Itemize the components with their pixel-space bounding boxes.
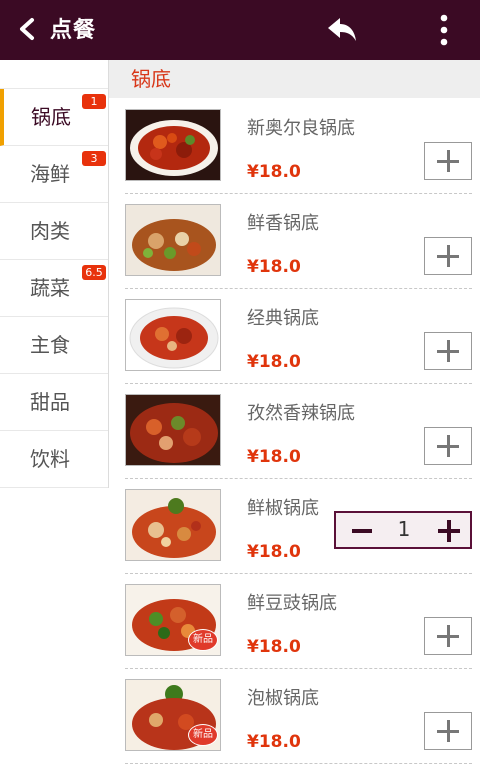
- section-title: 锅底: [109, 60, 480, 98]
- dish-price: ¥18.0: [247, 257, 301, 277]
- chevron-left-icon[interactable]: [14, 12, 38, 46]
- sidebar-item-label: 饮料: [30, 447, 70, 471]
- list-item: 孜然香辣锅底 ¥18.0: [125, 385, 472, 479]
- sidebar-top-spacer: [0, 60, 108, 89]
- quantity-stepper[interactable]: 1: [334, 511, 472, 549]
- sidebar-item-label: 主食: [30, 333, 70, 357]
- sidebar-item-guodi[interactable]: 锅底 1: [0, 89, 108, 146]
- quantity-value: 1: [397, 517, 411, 541]
- minus-button[interactable]: [352, 529, 372, 533]
- dish-name: 鲜豆豉锅底: [247, 593, 337, 614]
- sidebar-item-label: 海鲜: [30, 162, 70, 186]
- reply-arrow-icon[interactable]: [325, 12, 359, 46]
- dish-name: 经典锅底: [247, 308, 319, 329]
- app-header: 点餐: [0, 0, 480, 60]
- sidebar-item-shucai[interactable]: 蔬菜 6.5: [0, 260, 108, 317]
- sidebar-item-tianpin[interactable]: 甜品: [0, 374, 108, 431]
- count-badge: 1: [82, 94, 106, 109]
- dish-name: 孜然香辣锅底: [247, 403, 355, 424]
- add-button[interactable]: [424, 617, 472, 655]
- more-vertical-icon[interactable]: [432, 12, 456, 48]
- list-item: 新品 鲜豆豉锅底 ¥18.0: [125, 575, 472, 669]
- dish-name: 新奥尔良锅底: [247, 118, 355, 139]
- dish-image[interactable]: [125, 489, 221, 561]
- add-button[interactable]: [424, 427, 472, 465]
- dish-image[interactable]: [125, 299, 221, 371]
- dish-price: ¥18.0: [247, 542, 301, 562]
- dish-price: ¥18.0: [247, 732, 301, 752]
- sidebar-item-label: 肉类: [30, 219, 70, 243]
- page-title: 点餐: [50, 18, 97, 43]
- count-badge: 6.5: [82, 265, 106, 280]
- dish-image[interactable]: [125, 109, 221, 181]
- add-button[interactable]: [424, 142, 472, 180]
- sidebar-item-label: 甜品: [30, 390, 70, 414]
- dish-name: 鲜椒锅底: [247, 498, 319, 519]
- dish-image[interactable]: 新品: [125, 584, 221, 656]
- dish-price: ¥18.0: [247, 447, 301, 467]
- add-button[interactable]: [424, 712, 472, 750]
- new-badge: 新品: [188, 629, 218, 651]
- dish-price: ¥18.0: [247, 162, 301, 182]
- plus-button[interactable]: [438, 520, 460, 542]
- list-item: 鲜椒锅底 ¥18.0 1: [125, 480, 472, 574]
- dish-name: 鲜香锅底: [247, 213, 319, 234]
- dish-image[interactable]: 新品: [125, 679, 221, 751]
- sidebar-item-haixian[interactable]: 海鲜 3: [0, 146, 108, 203]
- list-item: 经典锅底 ¥18.0: [125, 290, 472, 384]
- add-button[interactable]: [424, 332, 472, 370]
- add-button[interactable]: [424, 237, 472, 275]
- sidebar-item-zhushi[interactable]: 主食: [0, 317, 108, 374]
- sidebar-item-label: 锅底: [31, 105, 71, 129]
- list-item: 新奥尔良锅底 ¥18.0: [125, 100, 472, 194]
- sidebar-item-label: 蔬菜: [30, 276, 70, 300]
- list-item: 鲜香锅底 ¥18.0: [125, 195, 472, 289]
- sidebar-item-yinliao[interactable]: 饮料: [0, 431, 108, 488]
- new-badge: 新品: [188, 724, 218, 746]
- count-badge: 3: [82, 151, 106, 166]
- dish-price: ¥18.0: [247, 637, 301, 657]
- dish-name: 泡椒锅底: [247, 688, 319, 709]
- list-item: 新品 泡椒锅底 ¥18.0: [125, 670, 472, 764]
- category-sidebar: 锅底 1 海鲜 3 肉类 蔬菜 6.5 主食 甜品 饮料: [0, 60, 109, 488]
- dish-image[interactable]: [125, 394, 221, 466]
- dish-image[interactable]: [125, 204, 221, 276]
- dish-list-panel: 锅底 新奥尔良锅底 ¥18.0 鲜香锅底 ¥18.0 经典锅底 ¥18.0 孜然…: [109, 60, 480, 764]
- dish-price: ¥18.0: [247, 352, 301, 372]
- sidebar-item-roulei[interactable]: 肉类: [0, 203, 108, 260]
